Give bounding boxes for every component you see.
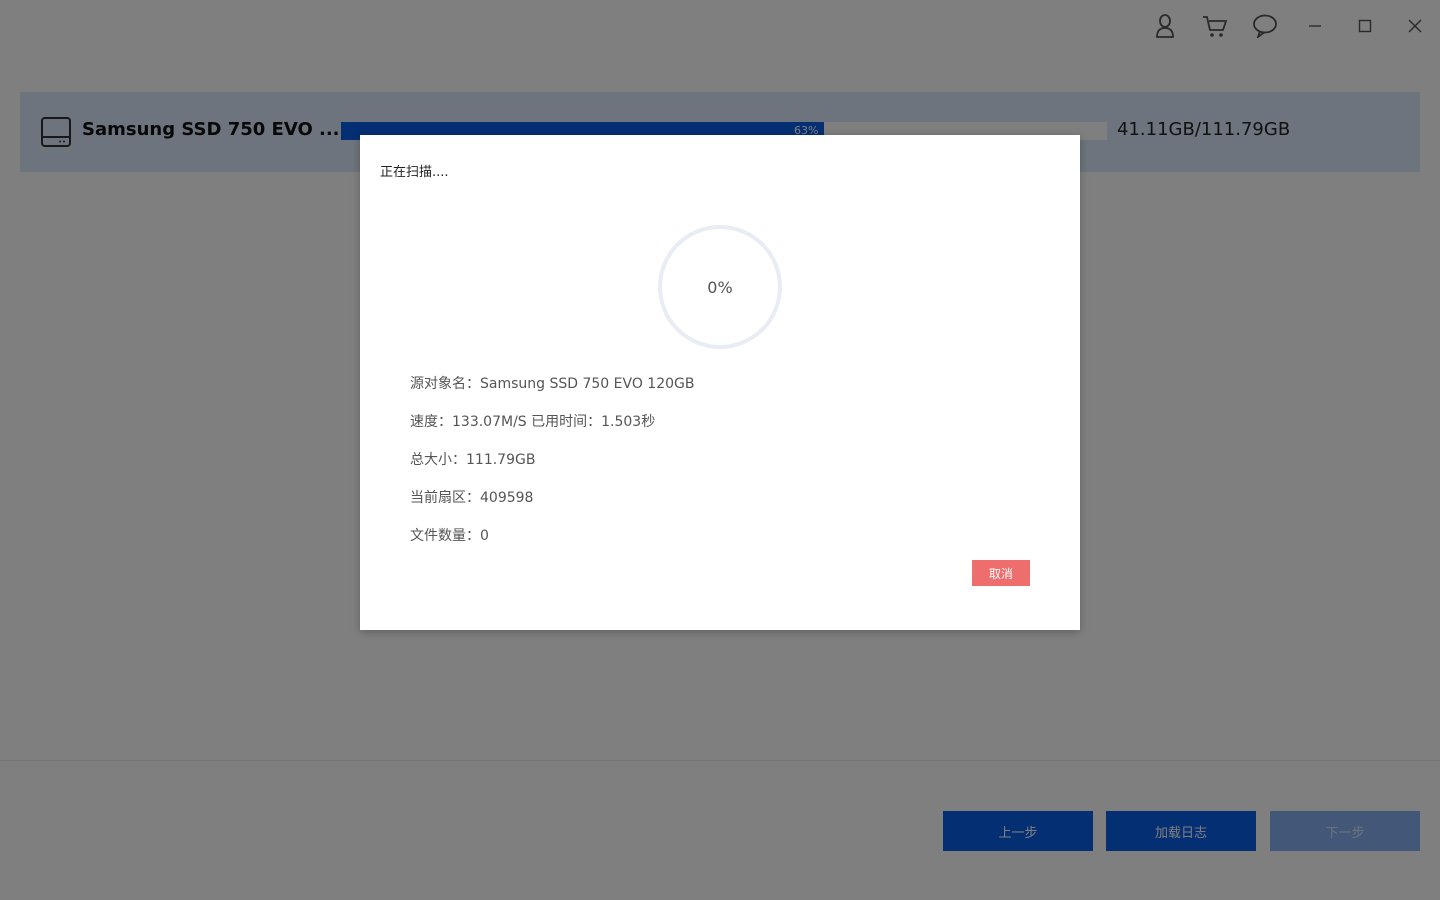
source-name-label: 源对象名： — [410, 376, 480, 392]
speed-value: 133.07M/S — [452, 414, 527, 430]
total-size-label: 总大小： — [410, 452, 466, 468]
elapsed-label: 已用时间： — [531, 414, 602, 430]
scan-dialog: 正在扫描.... 0% 源对象名：Samsung SSD 750 EVO 120… — [360, 135, 1080, 630]
total-size-value: 111.79GB — [466, 452, 536, 468]
file-count-value: 0 — [480, 528, 489, 544]
elapsed-value: 1.503秒 — [601, 414, 656, 430]
total-size-row: 总大小：111.79GB — [410, 449, 535, 469]
current-sector-row: 当前扇区：409598 — [410, 487, 533, 507]
source-name-row: 源对象名：Samsung SSD 750 EVO 120GB — [410, 373, 694, 393]
file-count-row: 文件数量：0 — [410, 525, 489, 545]
file-count-label: 文件数量： — [410, 528, 480, 544]
source-name-value: Samsung SSD 750 EVO 120GB — [480, 376, 695, 392]
current-sector-value: 409598 — [480, 490, 534, 506]
scan-progress-ring: 0% — [656, 223, 784, 351]
dialog-title: 正在扫描.... — [380, 165, 449, 180]
speed-row: 速度：133.07M/S 已用时间：1.503秒 — [410, 411, 655, 431]
current-sector-label: 当前扇区： — [410, 490, 480, 506]
progress-percent: 0% — [707, 277, 733, 297]
cancel-button[interactable]: 取消 — [972, 560, 1030, 586]
speed-label: 速度： — [410, 414, 452, 430]
